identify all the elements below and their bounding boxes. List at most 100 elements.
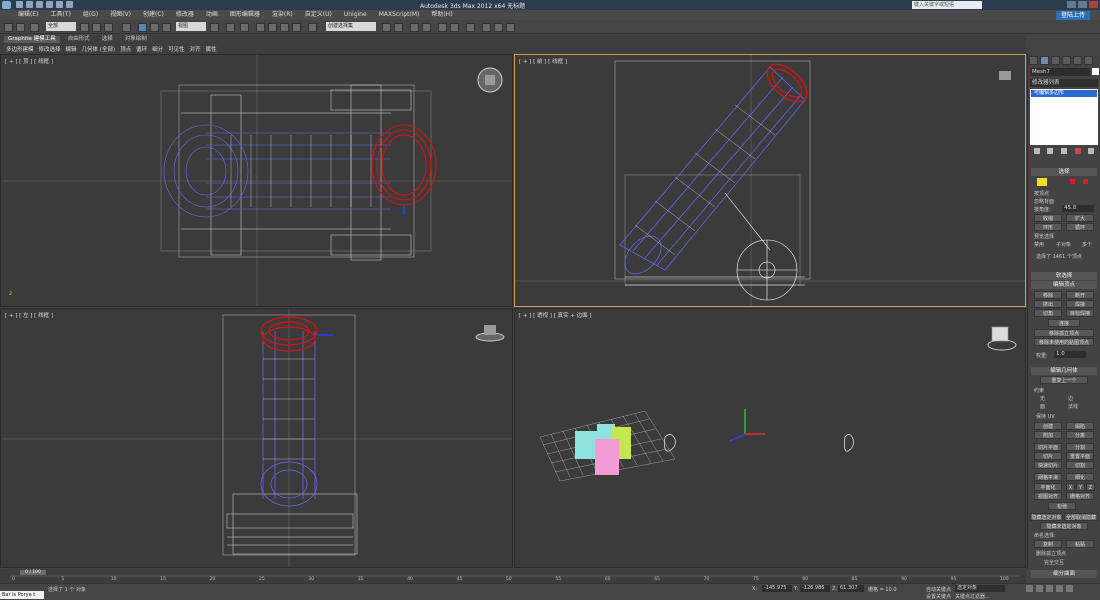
planar-y-button[interactable]: Y	[1076, 483, 1085, 491]
attach-button[interactable]: 附加	[1034, 431, 1062, 439]
rect-selection-icon[interactable]	[104, 23, 113, 32]
ribbon-modify-selection[interactable]: 修改选择	[39, 45, 61, 53]
rendered-frame-icon[interactable]	[494, 23, 503, 32]
hide-selected-button[interactable]: 隐藏选定对象	[1030, 513, 1063, 521]
relax-button[interactable]: 松弛	[1048, 502, 1076, 510]
repeat-last-button[interactable]: 重复上一个	[1040, 376, 1088, 384]
planar-z-button[interactable]: Z	[1086, 483, 1095, 491]
snap-toggle-icon[interactable]	[256, 23, 265, 32]
pin-stack-icon[interactable]	[1033, 148, 1040, 154]
object-name-field[interactable]: Mesh7	[1030, 68, 1090, 76]
undo-icon[interactable]	[46, 1, 53, 8]
rollout-subdivision-header[interactable]: 细分曲面	[1031, 570, 1097, 578]
modifier-stack-item[interactable]: 可编辑多边形	[1031, 90, 1097, 97]
collapse-button[interactable]: 塌陷	[1066, 422, 1094, 430]
auto-key-button[interactable]: 自动关键点	[926, 586, 951, 593]
rollout-selection-header[interactable]: 选择	[1031, 168, 1097, 176]
viewcube-front-icon[interactable]	[999, 71, 1011, 80]
render-icon[interactable]	[506, 23, 515, 32]
material-editor-icon[interactable]	[466, 23, 475, 32]
constraint-normal-radio[interactable]: 法线	[1068, 403, 1078, 410]
keyboard-shortcut-icon[interactable]	[240, 23, 249, 32]
planar-x-button[interactable]: X	[1066, 483, 1075, 491]
chamfer-button[interactable]: 切角	[1034, 309, 1062, 317]
full-interactivity-checkbox[interactable]: 完全交互	[1044, 559, 1064, 566]
menu-animation[interactable]: 动画	[206, 10, 218, 20]
menu-group[interactable]: 组(G)	[83, 10, 98, 20]
redo-icon[interactable]	[56, 1, 63, 8]
reset-plane-button[interactable]: 重置平面	[1066, 452, 1094, 460]
hierarchy-tab-icon[interactable]	[1051, 56, 1060, 65]
ribbon-vertices[interactable]: 顶点	[120, 45, 131, 53]
close-button[interactable]	[1089, 1, 1098, 8]
percent-snap-icon[interactable]	[280, 23, 289, 32]
vertex-mode-icon[interactable]	[1037, 178, 1047, 186]
create-tab-icon[interactable]	[1029, 56, 1038, 65]
make-planar-button[interactable]: 平面化	[1034, 483, 1062, 491]
detach-button[interactable]: 分离	[1066, 431, 1094, 439]
target-weld-button[interactable]: 目标焊接	[1066, 309, 1094, 317]
tab-object-paint[interactable]: 对象绘制	[121, 36, 151, 43]
go-to-end-icon[interactable]	[1066, 585, 1073, 592]
edit-named-selection-icon[interactable]	[308, 23, 317, 32]
border-mode-icon[interactable]	[1070, 179, 1075, 184]
minimize-button[interactable]	[1067, 1, 1076, 8]
menu-help[interactable]: 帮助(H)	[431, 10, 452, 20]
ring-button[interactable]: 环形	[1034, 223, 1062, 231]
slice-plane-button[interactable]: 切片平面	[1034, 443, 1062, 451]
tab-graphite[interactable]: Graphite 建模工具	[4, 36, 60, 43]
element-mode-icon[interactable]	[1083, 179, 1088, 184]
grid-align-button[interactable]: 栅格对齐	[1066, 492, 1094, 500]
viewport-left[interactable]: [ + ] [ 左 ] [ 线框 ]	[0, 308, 513, 568]
display-tab-icon[interactable]	[1073, 56, 1082, 65]
by-angle-checkbox[interactable]: 按角度:	[1034, 206, 1051, 213]
rollout-edit-vertices-header[interactable]: 编辑顶点	[1031, 281, 1097, 289]
selection-filter-dropdown[interactable]: 全部	[46, 22, 76, 31]
weld-button[interactable]: 焊接	[1066, 300, 1094, 308]
z-coordinate-field[interactable]: 61.307	[838, 585, 864, 592]
remove-button[interactable]: 移除	[1034, 291, 1062, 299]
quickslice-button[interactable]: 快速切片	[1034, 461, 1062, 469]
menu-tools[interactable]: 工具(T)	[50, 10, 70, 20]
ribbon-properties[interactable]: 属性	[206, 45, 217, 53]
new-file-icon[interactable]	[16, 1, 23, 8]
tab-freeform[interactable]: 自由形式	[64, 36, 94, 43]
save-file-icon[interactable]	[36, 1, 43, 8]
grow-button[interactable]: 扩大	[1066, 214, 1094, 222]
ribbon-visibility[interactable]: 可见性	[168, 45, 185, 53]
loop-button[interactable]: 循环	[1066, 223, 1094, 231]
connect-button[interactable]: 连接	[1048, 319, 1080, 327]
shrink-button[interactable]: 收缩	[1034, 214, 1062, 222]
menu-views[interactable]: 视图(V)	[110, 10, 131, 20]
make-unique-icon[interactable]	[1060, 148, 1067, 154]
spinner-snap-icon[interactable]	[292, 23, 301, 32]
redo-icon[interactable]	[16, 23, 25, 32]
slice-button[interactable]: 切片	[1034, 452, 1062, 460]
ref-coord-dropdown[interactable]: 视图	[176, 22, 206, 31]
select-manipulate-icon[interactable]	[226, 23, 235, 32]
view-align-button[interactable]: 视图对齐	[1034, 492, 1062, 500]
constraint-none-radio[interactable]: 无	[1040, 395, 1045, 402]
x-coordinate-field[interactable]: -145.975	[762, 585, 792, 592]
delete-isolated-checkbox[interactable]: 删除孤立顶点	[1036, 550, 1066, 557]
hide-unselected-button[interactable]: 隐藏未选定对象	[1040, 522, 1088, 530]
show-end-result-icon[interactable]	[1047, 148, 1054, 154]
rollout-edit-geometry-header[interactable]: 编辑几何体	[1031, 367, 1097, 375]
menu-customize[interactable]: 自定义(U)	[305, 10, 332, 20]
y-coordinate-field[interactable]: -126.986	[800, 585, 830, 592]
schematic-view-icon[interactable]	[450, 23, 459, 32]
remove-modifier-icon[interactable]	[1074, 148, 1081, 154]
viewport-front[interactable]: [ + ] [ 前 ] [ 线框 ]	[514, 54, 1026, 307]
extrude-button[interactable]: 挤出	[1034, 300, 1062, 308]
tab-selection[interactable]: 选择	[98, 36, 117, 43]
viewport-top[interactable]: [ + ] [ 顶 ] [ 线框 ] z	[0, 54, 513, 307]
window-crossing-icon[interactable]	[122, 23, 131, 32]
ignore-backfacing-checkbox[interactable]: 忽略背面	[1034, 198, 1054, 205]
paste-button[interactable]: 粘贴	[1066, 540, 1094, 548]
menu-rendering[interactable]: 渲染(R)	[272, 10, 293, 20]
weight-field[interactable]: 1.0	[1054, 351, 1086, 358]
preview-subobject-radio[interactable]: 子对象	[1056, 241, 1071, 248]
sign-in-button[interactable]: 登陆上传	[1055, 11, 1090, 20]
select-by-name-icon[interactable]	[92, 23, 101, 32]
select-object-icon[interactable]	[80, 23, 89, 32]
